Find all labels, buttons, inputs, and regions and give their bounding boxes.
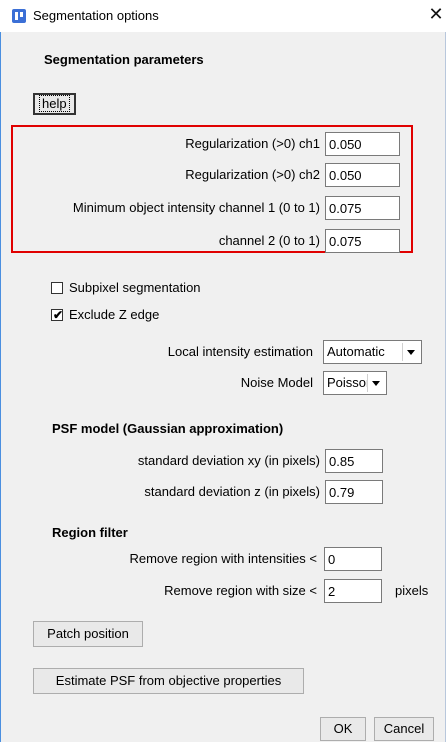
sd-z-label: standard deviation z (in pixels) (144, 484, 320, 499)
subpixel-segmentation-checkbox[interactable] (51, 282, 63, 294)
region-intensity-input[interactable] (324, 547, 382, 571)
section-title-segmentation-parameters: Segmentation parameters (44, 52, 204, 67)
chevron-down-icon (402, 343, 419, 361)
exclude-z-edge-label: Exclude Z edge (69, 307, 160, 322)
sd-xy-input[interactable] (325, 449, 383, 473)
regularization-ch2-label: Regularization (>0) ch2 (185, 167, 320, 182)
close-icon[interactable]: ✕ (428, 4, 444, 24)
local-intensity-select[interactable]: Automatic (323, 340, 422, 364)
subpixel-segmentation-label: Subpixel segmentation (69, 280, 201, 295)
local-intensity-value: Automatic (327, 344, 385, 359)
region-intensity-label: Remove region with intensities < (129, 551, 317, 566)
window-frame-left (0, 32, 1, 742)
min-intensity-ch1-label: Minimum object intensity channel 1 (0 to… (72, 200, 320, 215)
chevron-down-icon (367, 374, 384, 392)
estimate-psf-button[interactable]: Estimate PSF from objective properties (33, 668, 304, 694)
region-size-input[interactable] (324, 579, 382, 603)
local-intensity-label: Local intensity estimation (167, 344, 313, 359)
help-button-label: help (39, 95, 70, 112)
region-size-unit: pixels (395, 583, 429, 598)
help-button[interactable]: help (33, 93, 76, 115)
app-icon (12, 9, 26, 23)
exclude-z-edge-checkbox[interactable]: ✔ (51, 308, 64, 322)
min-intensity-ch1-input[interactable] (325, 196, 400, 220)
patch-position-button[interactable]: Patch position (33, 621, 143, 647)
check-icon: ✔ (52, 308, 64, 322)
regularization-ch1-label: Regularization (>0) ch1 (185, 136, 320, 151)
window-title: Segmentation options (33, 8, 159, 23)
min-intensity-ch2-input[interactable] (325, 229, 400, 253)
ok-button[interactable]: OK (320, 717, 366, 741)
region-size-label: Remove region with size < (164, 583, 317, 598)
regularization-ch2-input[interactable] (325, 163, 400, 187)
sd-z-input[interactable] (325, 480, 383, 504)
noise-model-label: Noise Model (240, 375, 313, 390)
cancel-button[interactable]: Cancel (374, 717, 434, 741)
min-intensity-ch2-label: channel 2 (0 to 1) (218, 233, 320, 248)
noise-model-select[interactable]: Poisson (323, 371, 387, 395)
regularization-ch1-input[interactable] (325, 132, 400, 156)
sd-xy-label: standard deviation xy (in pixels) (137, 453, 320, 468)
section-title-region-filter: Region filter (52, 525, 128, 540)
section-title-psf-model: PSF model (Gaussian approximation) (52, 421, 284, 436)
